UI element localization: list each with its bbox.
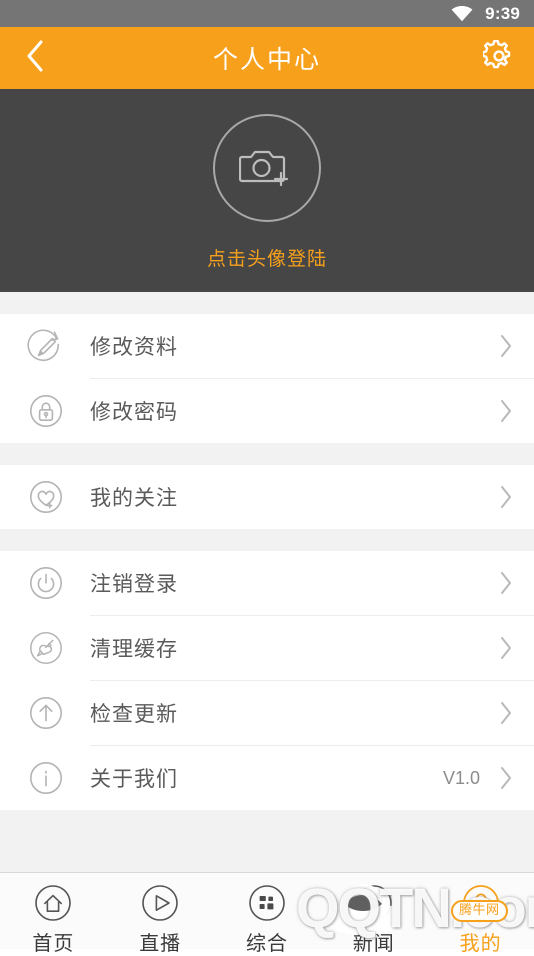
menu-row-logout[interactable]: 注销登录 [0,551,534,615]
menu-group: 我的关注 [0,465,534,529]
menu-row-label: 清理缓存 [90,638,178,661]
menu-row-about-us[interactable]: 关于我们 V1.0 [0,746,534,810]
menu-row-my-follows[interactable]: 我的关注 [0,465,534,529]
arrow-up-circle-icon [26,693,66,733]
grid-icon [245,881,289,925]
tab-label: 综合 [245,933,288,955]
user-icon [459,881,503,925]
menu-row-label: 关于我们 [90,768,178,791]
tab-label: 直播 [139,933,182,955]
login-hint[interactable]: 点击头像登陆 [207,244,327,271]
tab-label: 新闻 [352,933,395,955]
info-icon [26,758,66,798]
tab-label: 首页 [32,933,75,955]
avatar[interactable] [213,114,321,222]
tab-news[interactable]: 新闻 [320,873,427,956]
status-bar: 9:39 [0,0,534,27]
chevron-right-icon [498,701,514,725]
gear-icon [481,39,515,77]
list-gap [0,292,534,314]
chevron-right-icon [498,334,514,358]
play-circle-icon [138,881,182,925]
menu-row-change-password[interactable]: 修改密码 [0,379,534,443]
menu-row-label: 注销登录 [90,573,178,596]
lock-icon [26,391,66,431]
menu-row-label: 修改密码 [90,401,178,424]
chevron-right-icon [498,399,514,423]
menu-row-check-update[interactable]: 检查更新 [0,681,534,745]
tab-mine[interactable]: 我的 [427,873,534,956]
menu-row-label: 修改资料 [90,336,178,359]
menu-row-value: V1.0 [442,767,480,788]
settings-button[interactable] [464,27,534,89]
list-gap [0,529,534,551]
chevron-right-icon [498,766,514,790]
power-icon [26,563,66,603]
status-time: 9:39 [485,3,520,23]
menu-row-label: 我的关注 [90,487,178,510]
chevron-right-icon [498,571,514,595]
settings-list: 修改资料 修改密码 我的关注 注销登录 清理缓存 检查更新 关于我们 V1.0 [0,292,534,872]
profile-section: 点击头像登陆 [0,89,534,292]
wifi-icon [451,5,473,22]
chevron-left-icon [25,39,45,78]
chevron-right-icon [498,636,514,660]
bottom-navigation: 首页 直播 综合 新闻 我的 [0,872,534,955]
pencil-edit-icon [26,326,66,366]
menu-row-edit-profile[interactable]: 修改资料 [0,314,534,378]
menu-group: 修改资料 修改密码 [0,314,534,443]
app-screen: 9:39 个人中心 点击头像登陆 修改资料 修改密码 我的关注 注销登录 清理缓… [0,0,534,955]
list-gap [0,443,534,465]
tab-comprehensive[interactable]: 综合 [214,873,321,956]
chevron-right-icon [498,485,514,509]
tab-home[interactable]: 首页 [0,873,107,956]
camera-add-icon [238,143,295,194]
menu-group: 注销登录 清理缓存 检查更新 关于我们 V1.0 [0,551,534,810]
page-title: 个人中心 [212,46,321,74]
tab-live[interactable]: 直播 [107,873,214,956]
home-icon [31,881,75,925]
menu-row-clear-cache[interactable]: 清理缓存 [0,616,534,680]
news-document-icon [352,881,396,925]
menu-row-label: 检查更新 [90,703,178,726]
heart-add-icon [26,477,66,517]
broom-icon [26,628,66,668]
back-button[interactable] [0,27,70,89]
app-header: 个人中心 [0,27,534,89]
tab-label: 我的 [459,933,502,955]
